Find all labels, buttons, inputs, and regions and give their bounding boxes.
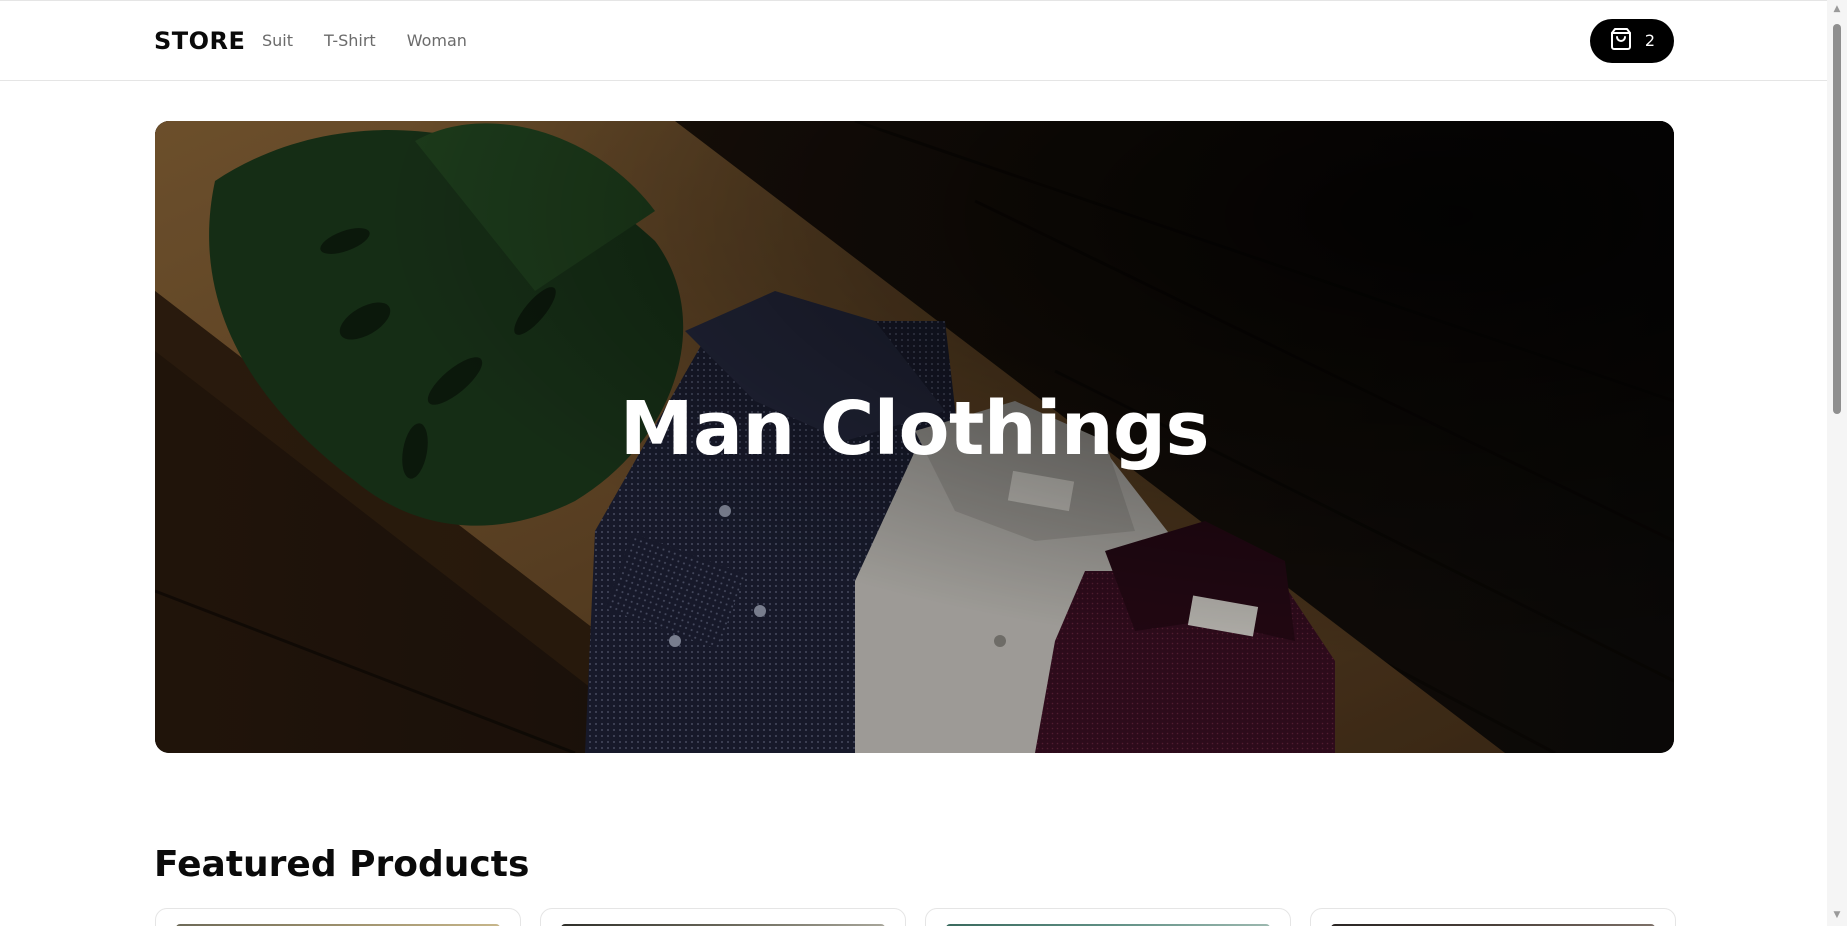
browser-viewport: STORE Suit T-Shirt Woman 2 Man Clothings…: [0, 0, 1847, 926]
product-card[interactable]: [155, 908, 521, 926]
vertical-scrollbar[interactable]: ▲ ▼: [1827, 0, 1847, 926]
nav-link-woman[interactable]: Woman: [407, 29, 467, 53]
cart-count: 2: [1644, 31, 1656, 50]
hero-banner: Man Clothings: [155, 121, 1674, 753]
product-card[interactable]: [1310, 908, 1676, 926]
nav-link-suit[interactable]: Suit: [262, 29, 293, 53]
featured-products-title: Featured Products: [154, 844, 530, 885]
main-nav: Suit T-Shirt Woman: [262, 29, 467, 53]
product-card[interactable]: [925, 908, 1291, 926]
scroll-down-arrow-icon[interactable]: ▼: [1832, 910, 1842, 920]
nav-link-t-shirt[interactable]: T-Shirt: [324, 29, 376, 53]
site-header: STORE Suit T-Shirt Woman 2: [0, 1, 1827, 81]
page: STORE Suit T-Shirt Woman 2 Man Clothings…: [0, 0, 1827, 926]
product-card[interactable]: [540, 908, 906, 926]
brand-logo[interactable]: STORE: [154, 25, 245, 57]
shopping-bag-icon: [1609, 27, 1633, 55]
scroll-up-arrow-icon[interactable]: ▲: [1832, 4, 1842, 14]
cart-button[interactable]: 2: [1590, 19, 1674, 63]
scrollbar-thumb[interactable]: [1833, 24, 1841, 414]
hero-title: Man Clothings: [619, 386, 1210, 472]
